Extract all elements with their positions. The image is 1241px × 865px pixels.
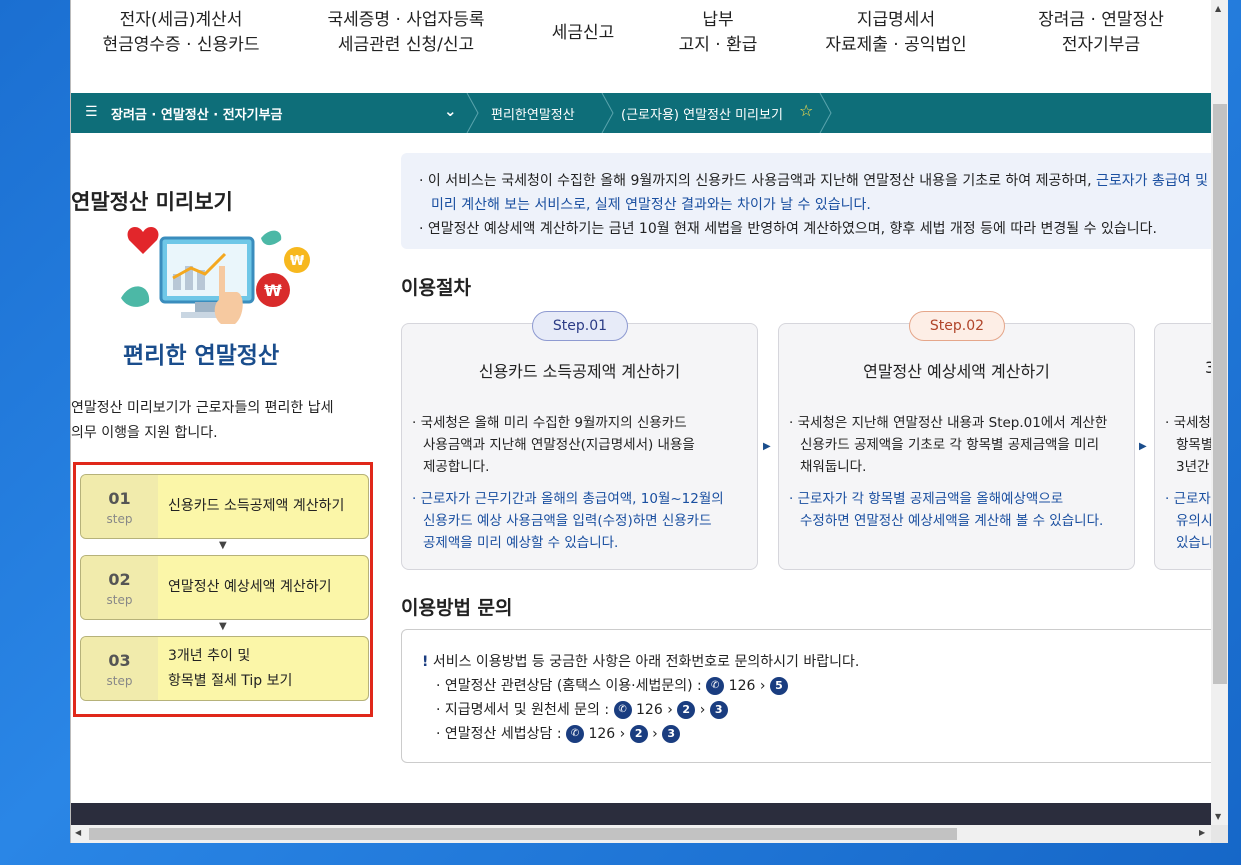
phone-icon: ✆ <box>613 701 632 719</box>
inquiry-intro: ! 서비스 이용방법 등 궁금한 사항은 아래 전화번호로 문의하시기 바랍니다… <box>422 654 860 670</box>
nav-item-payment[interactable]: 납부 고지 · 환급 <box>654 8 782 58</box>
phone-icon: ✆ <box>566 725 585 743</box>
nav-item-payment-statement[interactable]: 지급명세서 자료제출 · 공익법인 <box>801 8 991 58</box>
scroll-left-icon[interactable]: ◀ <box>75 828 81 837</box>
nav-item-line1: 전자(세금)계산서 <box>119 10 243 30</box>
step-label: 신용카드 소득공제액 계산하기 <box>168 498 345 514</box>
nav-item-line2: 현금영수증 · 신용카드 <box>102 35 260 55</box>
nav-item-line1: 국세증명 · 사업자등록 <box>327 10 485 30</box>
procedure-card-step2: Step.02 연말정산 예상세액 계산하기 · 국세청은 지난해 연말정산 내… <box>778 311 1135 570</box>
notice-line: · 연말정산 예상세액 계산하기는 금년 10월 현재 세법을 반영하여 계산하… <box>419 221 1157 237</box>
nav-item-line2: 세금관련 신청/신고 <box>337 35 475 55</box>
nav-item-line1: 세금신고 <box>551 23 615 43</box>
nav-item-line1: 장려금 · 연말정산 <box>1038 10 1164 30</box>
breadcrumb-item-convenient-settlement[interactable]: 편리한연말정산 <box>491 104 575 123</box>
card-title: 연말정산 예상세액 계산하기 <box>863 362 1050 381</box>
step-label: 항목별 절세 Tip 보기 <box>168 673 293 689</box>
nav-item-line1: 납부 <box>702 10 734 30</box>
svg-text:₩: ₩ <box>264 281 282 300</box>
service-notice: · 이 서비스는 국세청이 수집한 올해 9월까지의 신용카드 사용금액과 지난… <box>401 153 1211 249</box>
card-title: 신용카드 소득공제액 계산하기 <box>478 362 681 381</box>
settlement-illustration: ₩ ₩ <box>121 226 310 324</box>
triangle-down-icon: ▼ <box>219 540 227 551</box>
browser-window: 전자(세금)계산서 현금영수증 · 신용카드 국세증명 · 사업자등록 세금관련… <box>70 0 1228 843</box>
arrow-right-icon: ▶ <box>763 441 771 452</box>
page-footer <box>71 803 1211 825</box>
page-content: 전자(세금)계산서 현금영수증 · 신용카드 국세증명 · 사업자등록 세금관련… <box>71 0 1211 825</box>
phone-icon: ✆ <box>706 677 725 695</box>
vertical-scroll-thumb[interactable] <box>1213 104 1227 684</box>
inquiry-line: · 연말정산 관련상담 (홈택스 이용·세법문의) : ✆ 126 › 5 <box>422 674 1211 698</box>
svg-text:₩: ₩ <box>290 254 305 269</box>
key-badge: 2 <box>677 701 696 719</box>
scroll-up-icon[interactable]: ▲ <box>1215 4 1221 13</box>
nav-item-line2: 고지 · 환급 <box>678 35 758 55</box>
step-list-highlight: 01 step 신용카드 소득공제액 계산하기 ▼ 02 step 연말정산 예상세… <box>73 462 373 717</box>
procedure-heading: 이용절차 <box>401 277 471 299</box>
key-badge: 3 <box>709 701 728 719</box>
step-item-three-year-trend[interactable]: 03 step 3개년 추이 및 항목별 절세 Tip 보기 <box>80 636 369 701</box>
inquiry-line: · 연말정산 세법상담 : ✆ 126 › 2 › 3 <box>422 722 1211 746</box>
procedure-card-step3: 3 · 국세청 항목별 3년간 · 근로자 유의사 있습니 <box>1154 323 1211 570</box>
step-item-credit-card-deduction[interactable]: 01 step 신용카드 소득공제액 계산하기 <box>80 474 369 539</box>
horizontal-scroll-thumb[interactable] <box>89 828 957 840</box>
nav-item-e-invoice[interactable]: 전자(세금)계산서 현금영수증 · 신용카드 <box>91 8 271 58</box>
key-badge: 5 <box>769 677 788 695</box>
breadcrumb-separator <box>819 93 832 133</box>
breadcrumb-separator <box>601 93 614 133</box>
horizontal-scrollbar[interactable]: ◀ ▶ <box>71 825 1211 843</box>
step-pill: Step.02 <box>909 311 1005 341</box>
hamburger-icon[interactable]: ☰ <box>85 104 98 120</box>
notice-line: · 이 서비스는 국세청이 수집한 올해 9월까지의 신용카드 사용금액과 지난… <box>419 173 1208 189</box>
triangle-down-icon: ▼ <box>219 621 227 632</box>
key-badge: 3 <box>662 725 681 743</box>
arrow-right-icon: ▶ <box>1139 441 1147 452</box>
nav-item-tax-filing[interactable]: 세금신고 <box>533 21 633 46</box>
key-badge: 2 <box>629 725 648 743</box>
scroll-down-icon[interactable]: ▼ <box>1215 812 1221 821</box>
scrollbar-corner <box>1211 825 1228 843</box>
vertical-scrollbar[interactable]: ▲ ▼ <box>1211 0 1228 825</box>
illustration-caption: 편리한 연말정산 <box>123 343 280 369</box>
inquiry-box: ! 서비스 이용방법 등 궁금한 사항은 아래 전화번호로 문의하시기 바랍니다… <box>401 629 1211 763</box>
nav-item-line2: 전자기부금 <box>1061 35 1141 55</box>
breadcrumb: ☰ 장려금 · 연말정산 · 전자기부금 ⌄ 편리한연말정산 (근로자용) 연말… <box>71 93 1211 133</box>
nav-item-year-end-settlement[interactable]: 장려금 · 연말정산 전자기부금 <box>1011 8 1191 58</box>
step-number: 03 step <box>81 637 158 700</box>
card-body: · 국세청은 올해 미리 수집한 9월까지의 신용카드 사용금액과 지난해 연말… <box>412 415 724 551</box>
step-label: 3개년 추이 및 <box>168 648 251 664</box>
nav-item-line1: 지급명세서 <box>856 10 936 30</box>
inquiry-line: · 지급명세서 및 원천세 문의 : ✆ 126 › 2 › 3 <box>422 698 1211 722</box>
scroll-right-icon[interactable]: ▶ <box>1199 828 1205 837</box>
left-description: 연말정산 미리보기가 근로자들의 편리한 납세 의무 이행을 지원 합니다. <box>71 396 371 446</box>
nav-item-line2: 자료제출 · 공익법인 <box>825 35 967 55</box>
description-line: 연말정산 미리보기가 근로자들의 편리한 납세 <box>71 400 334 416</box>
step-item-expected-tax[interactable]: 02 step 연말정산 예상세액 계산하기 <box>80 555 369 620</box>
step-label: 연말정산 예상세액 계산하기 <box>168 579 332 595</box>
step-number: 01 step <box>81 475 158 538</box>
star-outline-icon[interactable]: ☆ <box>799 101 813 120</box>
notice-line: 미리 계산해 보는 서비스로, 실제 연말정산 결과와는 차이가 날 수 있습니… <box>431 197 871 213</box>
card-body: · 국세청 항목별 3년간 · 근로자 유의사 있습니 <box>1165 415 1211 551</box>
chevron-down-icon[interactable]: ⌄ <box>444 102 457 120</box>
description-line: 의무 이행을 지원 합니다. <box>71 425 218 441</box>
top-navigation: 전자(세금)계산서 현금영수증 · 신용카드 국세증명 · 사업자등록 세금관련… <box>71 0 1211 93</box>
breadcrumb-item-current-page: (근로자용) 연말정산 미리보기 <box>621 108 783 123</box>
exclamation-icon: ! <box>422 654 429 670</box>
inquiry-heading: 이용방법 문의 <box>401 597 513 619</box>
nav-item-certificates[interactable]: 국세증명 · 사업자등록 세금관련 신청/신고 <box>303 8 509 58</box>
page-title: 연말정산 미리보기 <box>71 190 233 214</box>
card-body: · 국세청은 지난해 연말정산 내용과 Step.01에서 계산한 신용카드 공… <box>789 415 1108 529</box>
breadcrumb-section[interactable]: 장려금 · 연말정산 · 전자기부금 <box>111 104 283 123</box>
procedure-card-step1: Step.01 신용카드 소득공제액 계산하기 · 국세청은 올해 미리 수집한… <box>401 311 758 570</box>
breadcrumb-separator <box>466 93 479 133</box>
step-pill: Step.01 <box>532 311 628 341</box>
step-number: 02 step <box>81 556 158 619</box>
